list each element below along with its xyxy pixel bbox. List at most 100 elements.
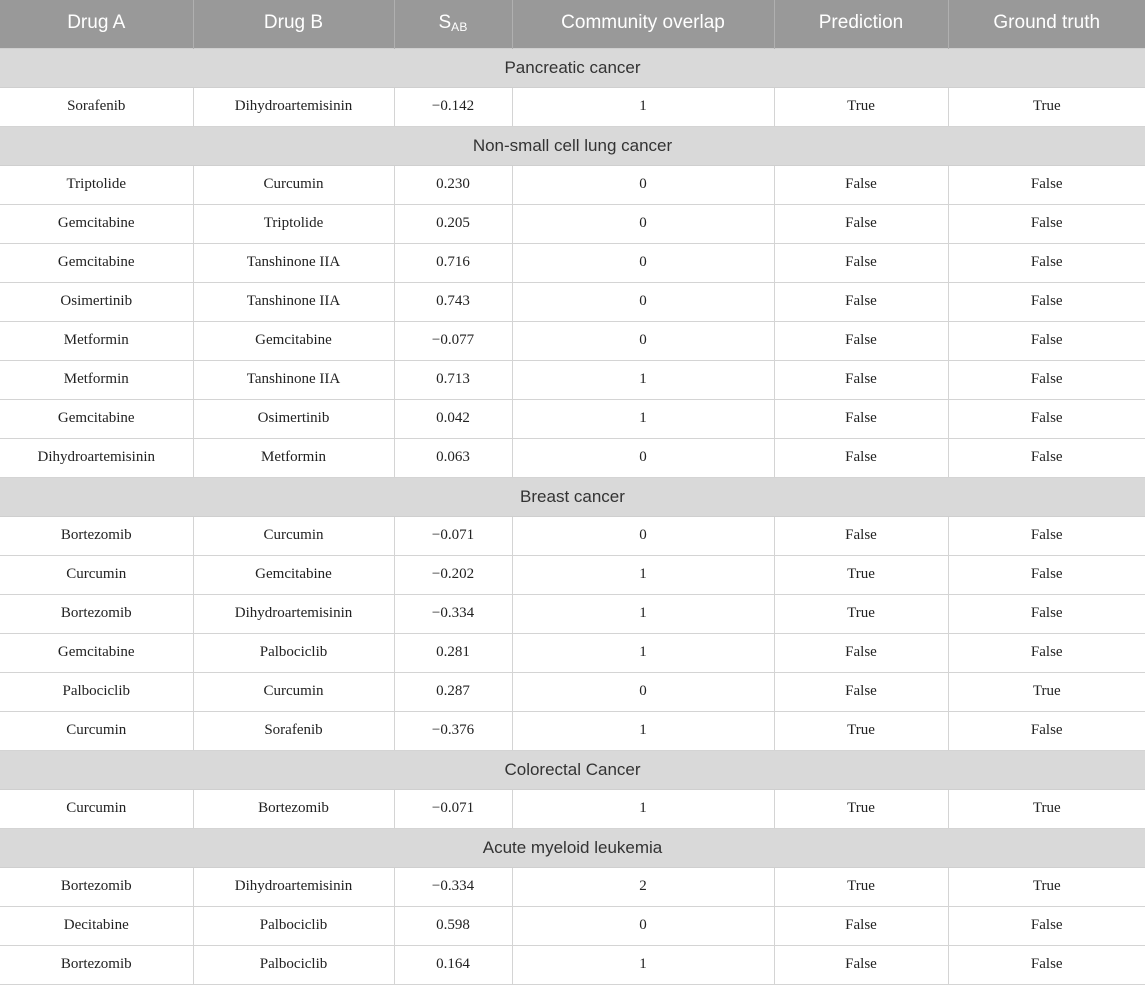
cell-sab: −0.071 (394, 516, 513, 556)
cell-drug_b: Curcumin (193, 672, 395, 712)
table-row: Curcumin Bortezomib −0.071 1 True True (0, 789, 1145, 829)
cell-drug_a: Bortezomib (0, 516, 194, 556)
table-body: Pancreatic cancer Sorafenib Dihydroartemis… (0, 47, 1145, 985)
cell-drug_a: Gemcitabine (0, 633, 194, 673)
section-header-row: Breast cancer (0, 476, 1145, 517)
column-header-sab-label: S (438, 12, 452, 34)
cell-prediction: True (774, 594, 949, 634)
cell-prediction: True (774, 711, 949, 751)
cell-ground_truth: False (948, 516, 1145, 556)
cell-sab: 0.205 (394, 204, 513, 244)
cell-overlap: 1 (512, 399, 775, 439)
cell-sab: 0.713 (394, 360, 513, 400)
cell-prediction: False (774, 282, 949, 322)
cell-drug_b: Curcumin (193, 516, 395, 556)
cell-sab: 0.598 (394, 906, 513, 946)
section-header-row: Non-small cell lung cancer (0, 125, 1145, 166)
cell-drug_a: Gemcitabine (0, 243, 194, 283)
cell-ground_truth: False (948, 321, 1145, 361)
cell-overlap: 1 (512, 360, 775, 400)
cell-prediction: True (774, 555, 949, 595)
table-row: Curcumin Sorafenib −0.376 1 True False (0, 711, 1145, 751)
cell-sab: 0.287 (394, 672, 513, 712)
table-row: Gemcitabine Palbociclib 0.281 1 False False (0, 633, 1145, 673)
cell-ground_truth: False (948, 165, 1145, 205)
cell-sab: −0.334 (394, 867, 513, 907)
table-row: Gemcitabine Triptolide 0.205 0 False False (0, 204, 1145, 244)
cell-ground_truth: True (948, 789, 1145, 829)
cell-drug_b: Metformin (193, 438, 395, 478)
table-header: Drug A Drug B SAB Community overlap Pred… (0, 0, 1145, 48)
column-header-community-overlap-label: Community overlap (561, 12, 725, 34)
cell-ground_truth: False (948, 282, 1145, 322)
cell-drug_a: Metformin (0, 321, 194, 361)
cell-overlap: 1 (512, 87, 775, 127)
cell-sab: −0.077 (394, 321, 513, 361)
cell-drug_b: Bortezomib (193, 789, 395, 829)
cell-overlap: 0 (512, 906, 775, 946)
cell-overlap: 1 (512, 594, 775, 634)
cell-prediction: False (774, 321, 949, 361)
cell-prediction: True (774, 867, 949, 907)
cell-drug_a: Bortezomib (0, 945, 194, 985)
cell-overlap: 2 (512, 867, 775, 907)
cell-prediction: False (774, 243, 949, 283)
cell-sab: 0.743 (394, 282, 513, 322)
cell-prediction: False (774, 360, 949, 400)
cell-ground_truth: True (948, 87, 1145, 127)
cell-prediction: False (774, 906, 949, 946)
cell-prediction: False (774, 633, 949, 673)
cell-drug_b: Tanshinone IIA (193, 360, 395, 400)
cell-prediction: False (774, 204, 949, 244)
table-row: Metformin Gemcitabine −0.077 0 False False (0, 321, 1145, 361)
table-row: Sorafenib Dihydroartemisinin −0.142 1 True Tr… (0, 87, 1145, 127)
cell-overlap: 0 (512, 204, 775, 244)
cell-prediction: True (774, 789, 949, 829)
cell-ground_truth: False (948, 906, 1145, 946)
table-row: Triptolide Curcumin 0.230 0 False False (0, 165, 1145, 205)
cell-prediction: True (774, 87, 949, 127)
cell-drug_b: Dihydroartemisinin (193, 594, 395, 634)
cell-ground_truth: False (948, 204, 1145, 244)
section-title: Non-small cell lung cancer (0, 125, 1145, 166)
cell-drug_a: Gemcitabine (0, 204, 194, 244)
cell-sab: 0.716 (394, 243, 513, 283)
cell-drug_a: Metformin (0, 360, 194, 400)
cell-ground_truth: False (948, 555, 1145, 595)
column-header-prediction: Prediction (774, 0, 949, 48)
cell-overlap: 1 (512, 945, 775, 985)
table-row: Gemcitabine Osimertinib 0.042 1 False False (0, 399, 1145, 439)
section-header-row: Colorectal Cancer (0, 749, 1145, 790)
cell-ground_truth: True (948, 867, 1145, 907)
section-header-row: Acute myeloid leukemia (0, 827, 1145, 868)
cell-overlap: 0 (512, 282, 775, 322)
table-row: Gemcitabine Tanshinone IIA 0.716 0 False Fals… (0, 243, 1145, 283)
table-row: Bortezomib Palbociclib 0.164 1 False False (0, 945, 1145, 985)
cell-drug_b: Osimertinib (193, 399, 395, 439)
cell-ground_truth: False (948, 633, 1145, 673)
cell-ground_truth: False (948, 360, 1145, 400)
column-header-drug-b-label: Drug B (263, 12, 324, 34)
table-row: Bortezomib Curcumin −0.071 0 False False (0, 516, 1145, 556)
cell-drug_b: Sorafenib (193, 711, 395, 751)
cell-sab: −0.202 (394, 555, 513, 595)
section-title: Colorectal Cancer (0, 749, 1145, 790)
cell-drug_a: Palbociclib (0, 672, 194, 712)
cell-drug_b: Dihydroartemisinin (193, 87, 395, 127)
cell-ground_truth: False (948, 594, 1145, 634)
cell-sab: −0.142 (394, 87, 513, 127)
cell-overlap: 1 (512, 555, 775, 595)
table-row: Dihydroartemisinin Metformin 0.063 0 False Fa… (0, 438, 1145, 478)
cell-drug_b: Dihydroartemisinin (193, 867, 395, 907)
column-header-drug-b: Drug B (193, 0, 395, 48)
cell-drug_a: Triptolide (0, 165, 194, 205)
cell-ground_truth: False (948, 243, 1145, 283)
section-title: Breast cancer (0, 476, 1145, 517)
cell-overlap: 0 (512, 321, 775, 361)
cell-drug_a: Curcumin (0, 555, 194, 595)
cell-ground_truth: False (948, 438, 1145, 478)
cell-ground_truth: True (948, 672, 1145, 712)
cell-sab: 0.042 (394, 399, 513, 439)
table-row: Curcumin Gemcitabine −0.202 1 True False (0, 555, 1145, 595)
column-header-sab-subscript: AB (451, 20, 468, 35)
